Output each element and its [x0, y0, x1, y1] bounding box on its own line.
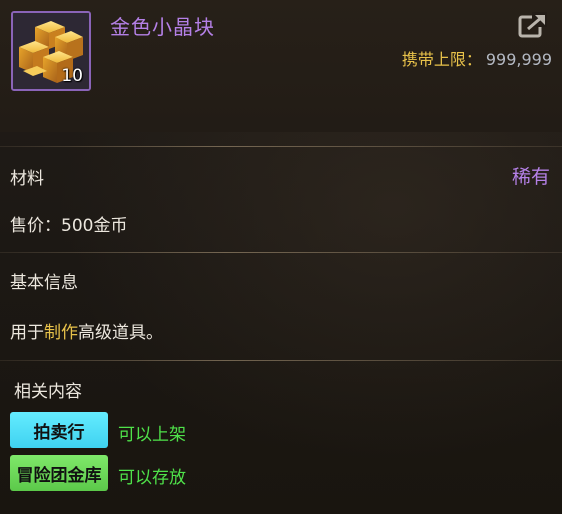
item-name: 金色小晶块	[110, 15, 215, 39]
carry-limit-label: 携带上限：	[401, 50, 482, 69]
item-category: 材料	[10, 169, 44, 189]
description-suffix: 高级道具。	[78, 323, 163, 343]
share-icon	[518, 12, 547, 38]
divider	[0, 146, 562, 147]
adventure-vault-button[interactable]: 冒险团金库	[10, 455, 108, 491]
item-count: 10	[61, 66, 83, 86]
item-icon-frame[interactable]: 10	[11, 11, 91, 91]
auction-status: 可以上架	[118, 425, 186, 445]
share-button[interactable]	[518, 11, 548, 39]
vault-status: 可以存放	[118, 468, 186, 488]
description-prefix: 用于	[10, 323, 44, 343]
item-rarity: 稀有	[511, 166, 550, 188]
sell-price: 售价：500金币	[10, 216, 128, 236]
item-description: 用于制作高级道具。	[10, 318, 163, 343]
basic-info-title: 基本信息	[10, 273, 78, 293]
divider	[0, 360, 562, 361]
item-tooltip-panel: 10 金色小晶块 携带上限： 999,999 材料 稀有 售价：500金币 基本…	[0, 0, 562, 514]
carry-limit-value: 999,999	[485, 50, 552, 69]
related-content-title: 相关内容	[14, 382, 82, 402]
auction-house-button[interactable]: 拍卖行	[10, 412, 108, 448]
description-highlight: 制作	[44, 323, 78, 343]
divider	[0, 252, 562, 253]
carry-limit: 携带上限： 999,999	[402, 46, 552, 70]
